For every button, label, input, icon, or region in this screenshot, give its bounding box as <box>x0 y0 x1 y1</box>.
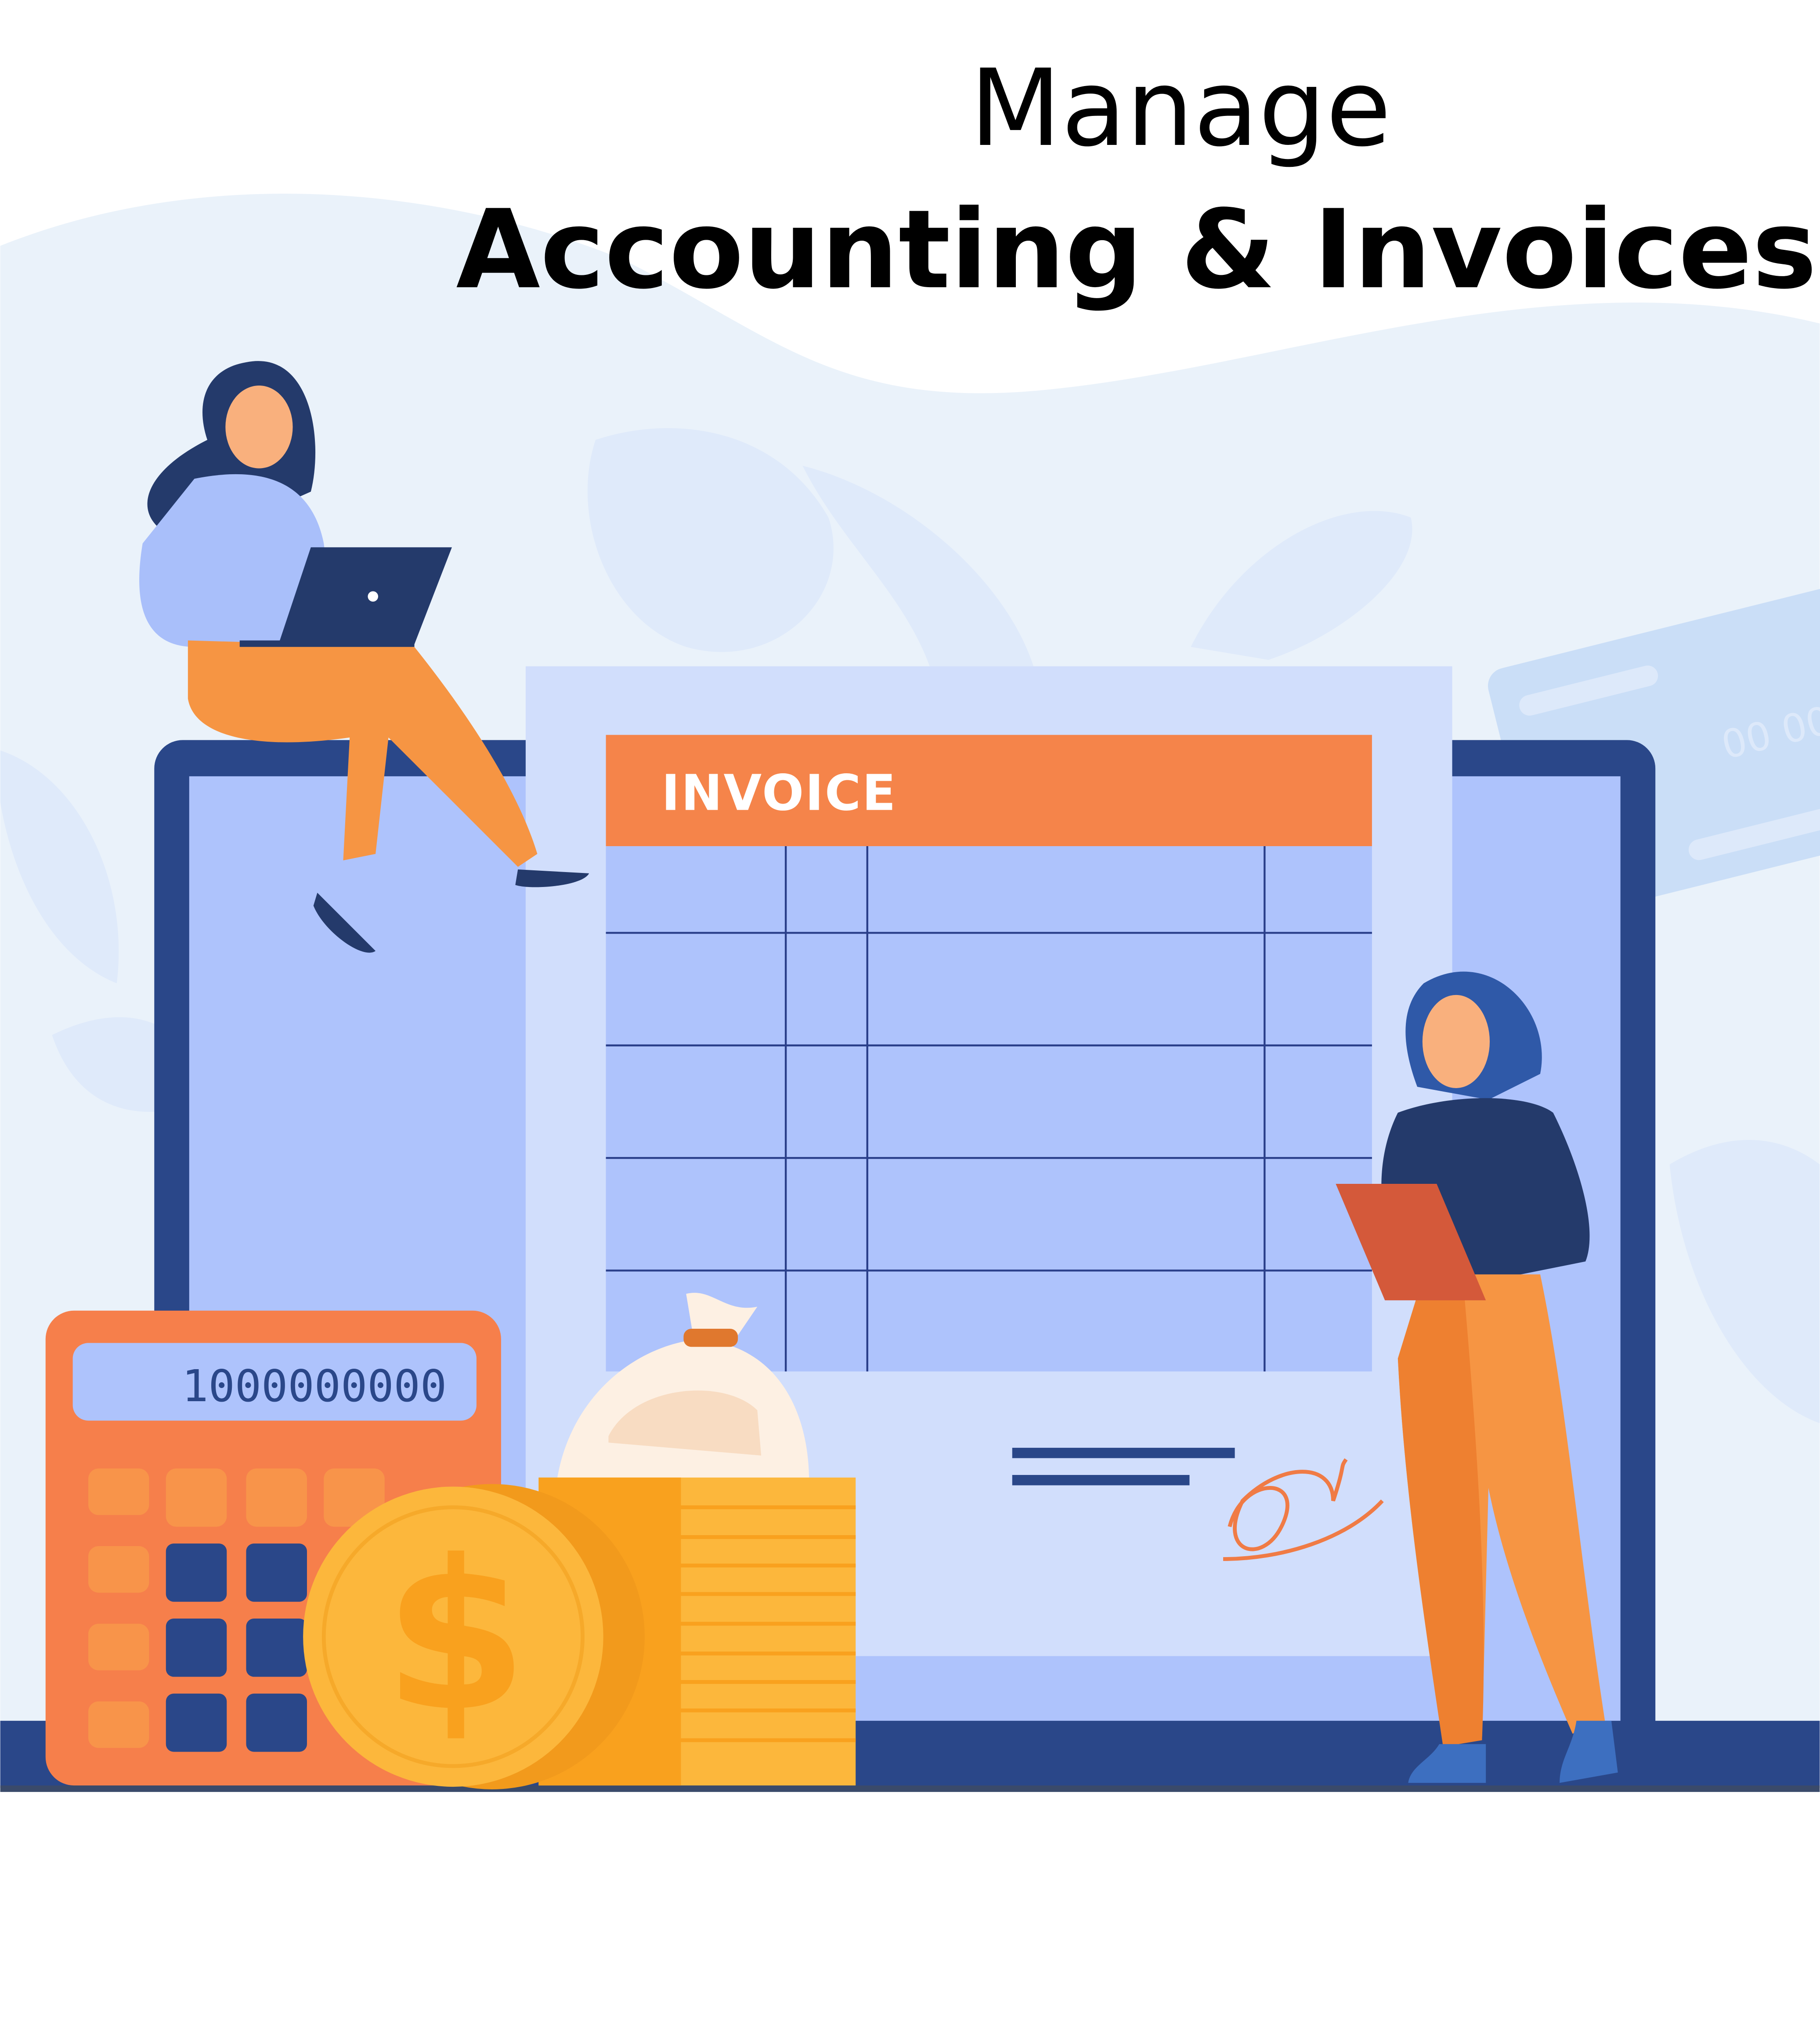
invoice-title: INVOICE <box>661 764 897 822</box>
invoice-table <box>606 846 1372 1372</box>
dollar-coin-icon: $ <box>303 1484 645 1789</box>
illustration: 00 00 INVOICE 1000000000 $ Manage Accoun… <box>0 0 1820 2030</box>
heading-line2: Accounting & Invoices <box>456 187 1816 313</box>
svg-text:$: $ <box>384 1516 528 1757</box>
heading-line1: Manage <box>970 47 1391 170</box>
calculator-display: 1000000000 <box>182 1360 447 1412</box>
